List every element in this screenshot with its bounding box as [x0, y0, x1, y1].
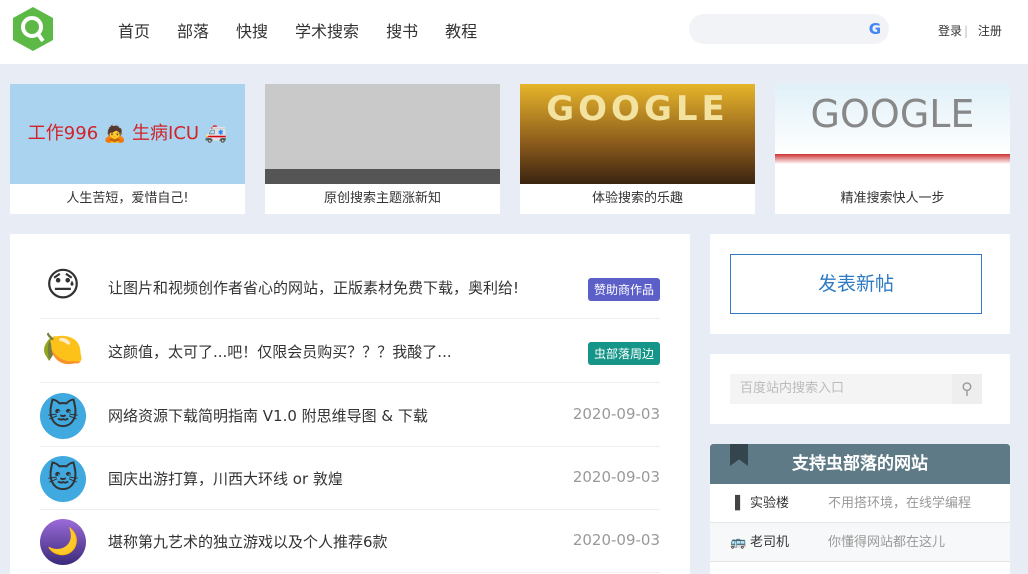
link-name[interactable]: 实验楼 — [750, 484, 789, 523]
post-panel: 发表新帖 — [710, 234, 1010, 334]
banner-caption: 体验搜索的乐趣 — [591, 191, 683, 206]
avatar: 🌙 — [40, 519, 86, 565]
post-title[interactable]: 国庆出游打算，川西大环线 or 敦煌 — [108, 468, 343, 489]
google-icon[interactable]: G — [869, 20, 881, 38]
nav-tribe[interactable]: 部落 — [177, 18, 209, 42]
avatar: 🐱 — [40, 393, 86, 439]
status-badge[interactable]: 虫部落周边 — [587, 342, 660, 365]
post-date: 2020-09-03 — [572, 405, 660, 423]
bus-icon: 🚌 — [730, 535, 747, 550]
banner-card[interactable]: 原创搜索主题涨新知 — [265, 84, 500, 214]
nav-quick-search[interactable]: 快搜 — [236, 18, 268, 42]
avatar: 🍋 — [41, 329, 85, 369]
banner-caption: 精准搜索快人一步 — [840, 191, 945, 206]
post-date: 2020-09-03 — [572, 468, 660, 486]
banner-card[interactable]: GOOGLE 体验搜索的乐趣 — [520, 84, 755, 214]
main-nav: 首页 部落 快搜 学术搜索 搜书 教程 — [118, 18, 504, 42]
list-item[interactable]: 🍋 这颜值，太可了...吧！仅限会员购买？？？我酸了... 虫部落周边 — [40, 320, 660, 383]
list-item[interactable]: 🌙 堪称第九艺术的独立游戏以及个人推荐6款 2020-09-03 — [40, 510, 660, 573]
banner-image — [265, 84, 500, 184]
nav-books[interactable]: 搜书 — [386, 18, 418, 42]
list-item[interactable]: 🐱 网络资源下载简明指南 V1.0 附思维导图 & 下载 2020-09-03 — [40, 384, 660, 447]
site-search-input[interactable]: 百度站内搜索入口 — [730, 374, 952, 404]
site-search-panel: 百度站内搜索入口 ⚲ — [710, 354, 1010, 424]
login-link[interactable]: 登录 — [938, 24, 962, 38]
bookmark-icon — [730, 444, 748, 466]
link-desc: 不用搭环境，在线学编程 — [828, 496, 972, 511]
link-name[interactable]: 老司机 — [750, 523, 789, 562]
support-panel: 支持虫部落的网站 ▐ 实验楼 不用搭环境，在线学编程 🚌 老司机 你懂得网站都在这儿 — [710, 444, 1010, 574]
avatar: 🐱 — [40, 456, 86, 502]
list-item[interactable]: 😓 让图片和视频创作者省心的网站，正版素材免费下载，奥利给! 赞助商作品 — [40, 256, 660, 319]
status-badge[interactable]: 赞助商作品 — [587, 278, 660, 301]
banner-card[interactable]: 工作996 🙇 生病ICU 🚑 人生苦短，爱惜自己! — [10, 84, 245, 214]
search-input[interactable]: G — [689, 14, 889, 44]
list-item[interactable]: 🐱 国庆出游打算，川西大环线 or 敦煌 2020-09-03 — [40, 447, 660, 510]
banner-caption: 人生苦短，爱惜自己! — [66, 191, 189, 206]
post-list: 😓 让图片和视频创作者省心的网站，正版素材免费下载，奥利给! 赞助商作品 🍋 这… — [10, 234, 690, 574]
post-title[interactable]: 堪称第九艺术的独立游戏以及个人推荐6款 — [108, 531, 388, 552]
auth-links: 登录 | 注册 — [938, 24, 1002, 38]
post-title[interactable]: 让图片和视频创作者省心的网站，正版素材免费下载，奥利给! — [108, 277, 519, 298]
nav-tutorials[interactable]: 教程 — [445, 18, 477, 42]
header: 首页 部落 快搜 学术搜索 搜书 教程 G 登录 | 注册 — [0, 0, 1028, 64]
building-icon: ▐ — [730, 496, 740, 511]
support-header: 支持虫部落的网站 — [710, 444, 1010, 484]
banner-caption: 原创搜索主题涨新知 — [323, 191, 441, 206]
link-desc: 你懂得网站都在这儿 — [828, 535, 946, 550]
support-link[interactable]: ▐ 实验楼 不用搭环境，在线学编程 — [710, 484, 1010, 523]
new-post-button[interactable]: 发表新帖 — [730, 254, 982, 314]
post-date: 2020-09-03 — [572, 531, 660, 549]
banner-image: 工作996 🙇 生病ICU 🚑 — [10, 84, 245, 184]
nav-academic[interactable]: 学术搜索 — [295, 18, 359, 42]
logo-icon[interactable] — [13, 7, 53, 51]
support-link[interactable]: 🚌 老司机 你懂得网站都在这儿 — [710, 523, 1010, 562]
banner-image: GOOGLE — [775, 84, 1010, 184]
avatar: 😓 — [45, 265, 81, 305]
support-title: 支持虫部落的网站 — [792, 454, 928, 474]
search-icon[interactable]: ⚲ — [952, 374, 982, 404]
banner-image: GOOGLE — [520, 84, 755, 184]
register-link[interactable]: 注册 — [978, 24, 1002, 38]
post-title[interactable]: 网络资源下载简明指南 V1.0 附思维导图 & 下载 — [108, 405, 428, 426]
post-title[interactable]: 这颜值，太可了...吧！仅限会员购买？？？我酸了... — [108, 341, 452, 362]
nav-home[interactable]: 首页 — [118, 18, 150, 42]
banner-card[interactable]: GOOGLE 精准搜索快人一步 — [775, 84, 1010, 214]
